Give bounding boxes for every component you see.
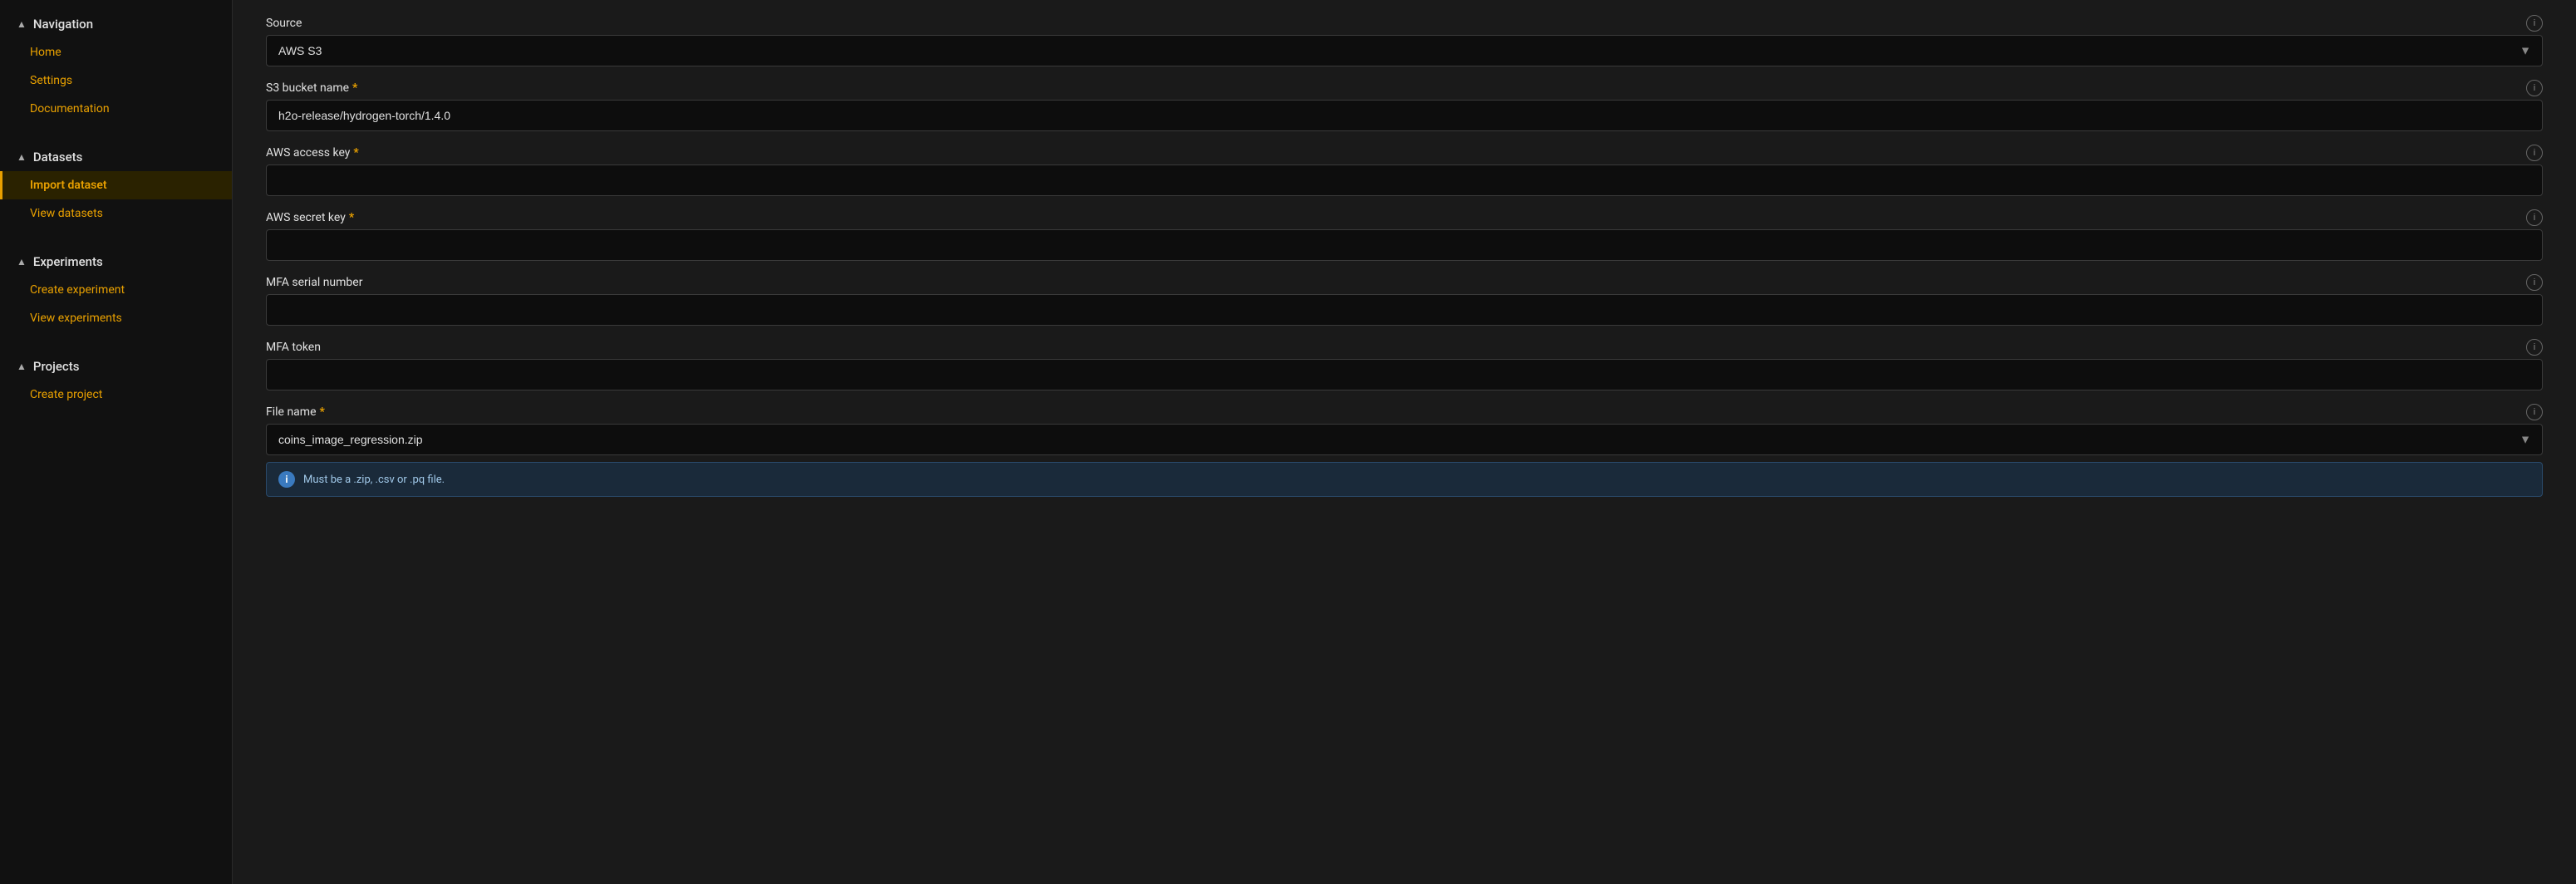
source-group: Source i AWS S3 Local Azure GCS ▼ xyxy=(266,17,2543,66)
sidebar-item-documentation[interactable]: Documentation xyxy=(0,95,232,123)
s3-bucket-label: S3 bucket name xyxy=(266,81,349,95)
file-name-select[interactable]: coins_image_regression.zip xyxy=(266,424,2543,455)
file-name-required: * xyxy=(320,405,325,419)
source-label-row: Source i xyxy=(266,17,2543,30)
file-name-group: File name * i coins_image_regression.zip… xyxy=(266,405,2543,497)
projects-section-header[interactable]: ▲ Projects xyxy=(0,352,232,381)
projects-section: ▲ Projects Create project xyxy=(0,342,232,419)
mfa-serial-label: MFA serial number xyxy=(266,276,362,289)
aws-access-key-input[interactable] xyxy=(266,165,2543,196)
sidebar-item-import-dataset[interactable]: Import dataset xyxy=(0,171,232,199)
source-select-wrapper: AWS S3 Local Azure GCS ▼ xyxy=(266,35,2543,66)
mfa-token-input[interactable] xyxy=(266,359,2543,390)
aws-secret-key-label: AWS secret key xyxy=(266,211,346,224)
aws-access-key-group: AWS access key * i xyxy=(266,146,2543,196)
experiments-section-header[interactable]: ▲ Experiments xyxy=(0,248,232,276)
aws-access-key-info-button[interactable]: i xyxy=(2526,145,2543,161)
source-label: Source xyxy=(266,17,302,30)
s3-bucket-name-group: S3 bucket name * i xyxy=(266,81,2543,131)
file-name-label: File name xyxy=(266,405,317,419)
s3-bucket-label-row: S3 bucket name * i xyxy=(266,81,2543,95)
aws-secret-key-required: * xyxy=(349,211,354,224)
aws-secret-key-input[interactable] xyxy=(266,229,2543,261)
info-message-text: Must be a .zip, .csv or .pq file. xyxy=(303,474,445,486)
mfa-token-label: MFA token xyxy=(266,341,321,354)
sidebar-item-home[interactable]: Home xyxy=(0,38,232,66)
source-select[interactable]: AWS S3 Local Azure GCS xyxy=(266,35,2543,66)
s3-bucket-name-input[interactable] xyxy=(266,100,2543,131)
experiments-section-label: Experiments xyxy=(33,254,103,269)
datasets-section-header[interactable]: ▲ Datasets xyxy=(0,143,232,171)
mfa-token-info-button[interactable]: i xyxy=(2526,339,2543,356)
experiments-chevron-icon: ▲ xyxy=(17,256,27,268)
sidebar: ▲ Navigation Home Settings Documentation… xyxy=(0,0,233,884)
aws-access-key-label: AWS access key xyxy=(266,146,350,160)
mfa-token-label-row: MFA token i xyxy=(266,341,2543,354)
aws-secret-key-group: AWS secret key * i xyxy=(266,211,2543,261)
experiments-section: ▲ Experiments Create experiment View exp… xyxy=(0,238,232,342)
file-name-info-message: i Must be a .zip, .csv or .pq file. xyxy=(266,462,2543,497)
sidebar-item-settings[interactable]: Settings xyxy=(0,66,232,95)
info-circle-label: i xyxy=(285,474,288,485)
projects-section-label: Projects xyxy=(33,359,80,374)
projects-chevron-icon: ▲ xyxy=(17,361,27,372)
mfa-serial-label-row: MFA serial number i xyxy=(266,276,2543,289)
aws-access-key-required: * xyxy=(353,146,358,160)
navigation-section-header[interactable]: ▲ Navigation xyxy=(0,10,232,38)
navigation-chevron-icon: ▲ xyxy=(17,18,27,30)
source-info-button[interactable]: i xyxy=(2526,15,2543,32)
file-name-info-button[interactable]: i xyxy=(2526,404,2543,420)
mfa-token-group: MFA token i xyxy=(266,341,2543,390)
datasets-section-label: Datasets xyxy=(33,150,82,165)
aws-secret-key-info-button[interactable]: i xyxy=(2526,209,2543,226)
mfa-serial-info-button[interactable]: i xyxy=(2526,274,2543,291)
aws-secret-key-label-row: AWS secret key * i xyxy=(266,211,2543,224)
aws-access-key-label-row: AWS access key * i xyxy=(266,146,2543,160)
datasets-section: ▲ Datasets Import dataset View datasets xyxy=(0,133,232,238)
mfa-serial-number-group: MFA serial number i xyxy=(266,276,2543,326)
mfa-serial-number-input[interactable] xyxy=(266,294,2543,326)
sidebar-item-view-experiments[interactable]: View experiments xyxy=(0,304,232,332)
main-content: Source i AWS S3 Local Azure GCS ▼ S3 buc… xyxy=(233,0,2576,884)
navigation-section: ▲ Navigation Home Settings Documentation xyxy=(0,0,232,133)
datasets-chevron-icon: ▲ xyxy=(17,151,27,163)
navigation-section-label: Navigation xyxy=(33,17,93,32)
sidebar-item-create-experiment[interactable]: Create experiment xyxy=(0,276,232,304)
sidebar-item-create-project[interactable]: Create project xyxy=(0,381,232,409)
file-name-select-wrapper: coins_image_regression.zip ▼ xyxy=(266,424,2543,455)
info-circle-icon: i xyxy=(278,471,295,488)
file-name-label-row: File name * i xyxy=(266,405,2543,419)
s3-bucket-required: * xyxy=(352,81,357,95)
sidebar-item-view-datasets[interactable]: View datasets xyxy=(0,199,232,228)
s3-bucket-info-button[interactable]: i xyxy=(2526,80,2543,96)
